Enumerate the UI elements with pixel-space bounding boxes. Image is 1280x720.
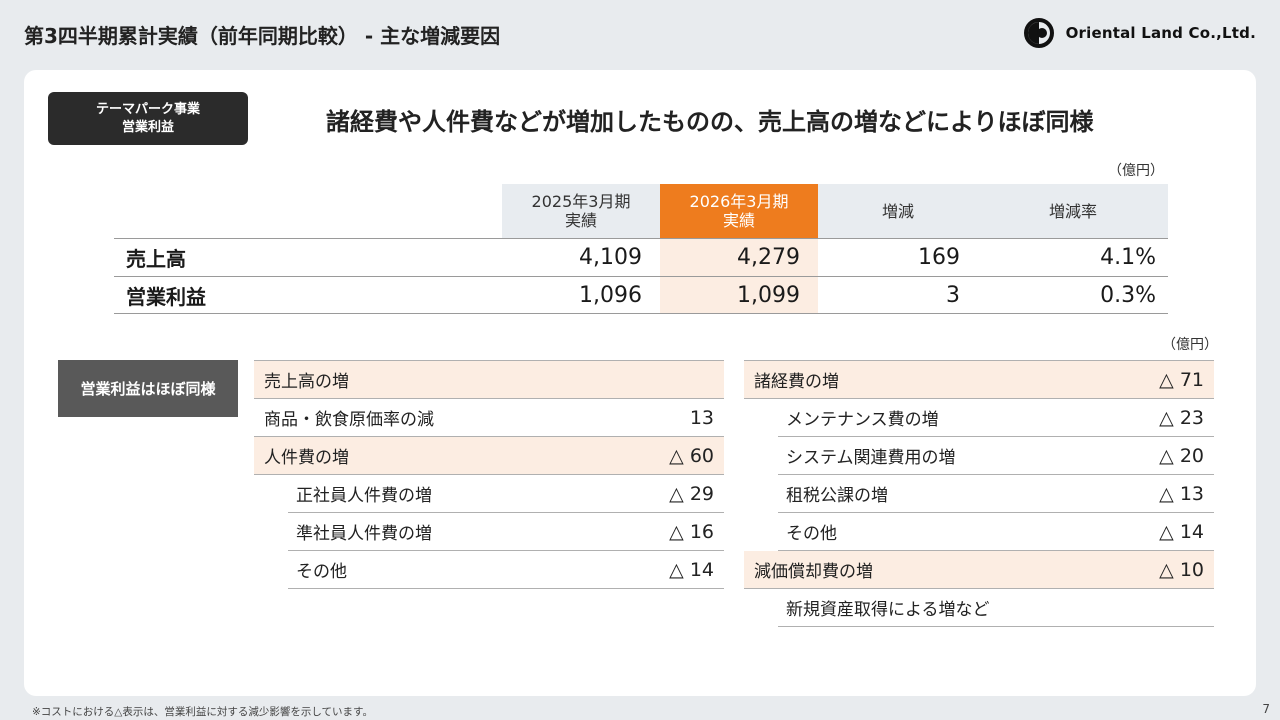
list-item: メンテナンス費の増 △ 23: [778, 399, 1214, 437]
cell-diff: 169: [918, 245, 960, 270]
list-item: 商品・飲食原価率の減 13: [254, 399, 724, 437]
list-item: その他 △ 14: [288, 551, 724, 589]
factor-label: 人件費の増: [264, 448, 349, 468]
company-logo: Oriental Land Co.,Ltd.: [1020, 18, 1256, 48]
row-label: 営業利益: [126, 284, 206, 309]
cell-diff: 3: [946, 282, 960, 308]
left-factor-list: 売上高の増 商品・飲食原価率の減 13 人件費の増 △ 60 正社員人件費の増 △ 2…: [254, 360, 724, 589]
header-current-year: 2026年3月期 実績: [660, 184, 818, 238]
factor-label: 新規資産取得による増など: [786, 600, 990, 620]
header-curr-line1: 2026年3月期: [689, 192, 789, 211]
header-prev-line1: 2025年3月期: [531, 192, 631, 211]
list-item: 新規資産取得による増など: [778, 589, 1214, 627]
header-rate: 増減率: [978, 184, 1168, 238]
page-title: 第3四半期累計実績（前年同期比較） - 主な増減要因: [24, 24, 501, 48]
factor-label: その他: [786, 524, 837, 544]
list-item: その他 △ 14: [778, 513, 1214, 551]
table-row: 売上高 4,109 4,279 169 4.1%: [114, 238, 1168, 276]
unit-label-factors: （億円）: [1162, 337, 1218, 353]
summary-header: 2025年3月期 実績 2026年3月期 実績 増減 増減率: [502, 184, 1168, 238]
summary-table: 2025年3月期 実績 2026年3月期 実績 増減 増減率 売上高 4,109…: [114, 184, 1168, 314]
cell-prev: 4,109: [579, 245, 642, 270]
cell-curr: 1,099: [660, 277, 818, 313]
factor-value: △ 20: [1159, 444, 1204, 467]
factor-value: △ 14: [669, 558, 714, 581]
unit-label-top: （億円）: [1108, 163, 1164, 179]
list-item: 売上高の増: [254, 361, 724, 399]
cell-rate: 4.1%: [1100, 245, 1156, 270]
factor-summary-label: 営業利益はほぼ同様: [58, 360, 238, 417]
factor-label: その他: [296, 562, 347, 582]
headline: 諸経費や人件費などが増加したものの、売上高の増などによりほぼ同様: [326, 108, 1094, 136]
page-number: 7: [1262, 702, 1270, 716]
oriental-land-logo-icon: [1023, 18, 1054, 48]
header-diff: 増減: [818, 184, 978, 238]
factor-label: メンテナンス費の増: [786, 410, 939, 430]
factor-label: 商品・飲食原価率の減: [264, 410, 434, 430]
factor-value: △ 14: [1159, 520, 1204, 543]
list-item: 正社員人件費の増 △ 29: [288, 475, 724, 513]
factor-label: 減価償却費の増: [754, 562, 873, 582]
factor-value: △ 60: [669, 444, 714, 467]
cell-curr: 4,279: [660, 239, 818, 276]
content-card: テーマパーク事業 営業利益 諸経費や人件費などが増加したものの、売上高の増などに…: [24, 70, 1256, 696]
list-item: 租税公課の増 △ 13: [778, 475, 1214, 513]
factor-label: 租税公課の増: [786, 486, 888, 506]
factor-value: △ 23: [1159, 406, 1204, 429]
factor-value: △ 29: [669, 482, 714, 505]
cell-prev: 1,096: [579, 282, 642, 308]
factor-label: 売上高の増: [264, 372, 349, 392]
table-row: 営業利益 1,096 1,099 3 0.3%: [114, 276, 1168, 314]
list-item: 諸経費の増 △ 71: [744, 361, 1214, 399]
list-item: 人件費の増 △ 60: [254, 437, 724, 475]
factor-value: △ 16: [669, 520, 714, 543]
factor-value: 13: [689, 406, 714, 429]
list-item: システム関連費用の増 △ 20: [778, 437, 1214, 475]
footnote: ※コストにおける△表示は、営業利益に対する減少影響を示しています。: [32, 706, 374, 718]
factor-label: システム関連費用の増: [786, 448, 956, 468]
list-item: 減価償却費の増 △ 10: [744, 551, 1214, 589]
header-curr-line2: 実績: [722, 211, 755, 230]
factor-value: △ 71: [1159, 368, 1204, 391]
factor-value: △ 10: [1159, 558, 1204, 581]
row-label: 売上高: [126, 247, 186, 271]
cell-rate: 0.3%: [1100, 282, 1156, 308]
factor-label: 正社員人件費の増: [296, 486, 432, 506]
badge-line-2: 営業利益: [121, 119, 174, 135]
factor-label: 準社員人件費の増: [296, 524, 432, 544]
list-item: 準社員人件費の増 △ 16: [288, 513, 724, 551]
badge-line-1: テーマパーク事業: [95, 101, 200, 117]
factor-label: 諸経費の増: [754, 372, 839, 392]
right-factor-list: 諸経費の増 △ 71 メンテナンス費の増 △ 23 システム関連費用の増 △ 20 租…: [744, 360, 1214, 627]
company-name: Oriental Land Co.,Ltd.: [1065, 24, 1256, 42]
segment-badge: テーマパーク事業 営業利益: [48, 92, 248, 145]
header-prev-year: 2025年3月期 実績: [502, 184, 660, 238]
header-prev-line2: 実績: [564, 211, 597, 230]
factor-value: △ 13: [1159, 482, 1204, 505]
